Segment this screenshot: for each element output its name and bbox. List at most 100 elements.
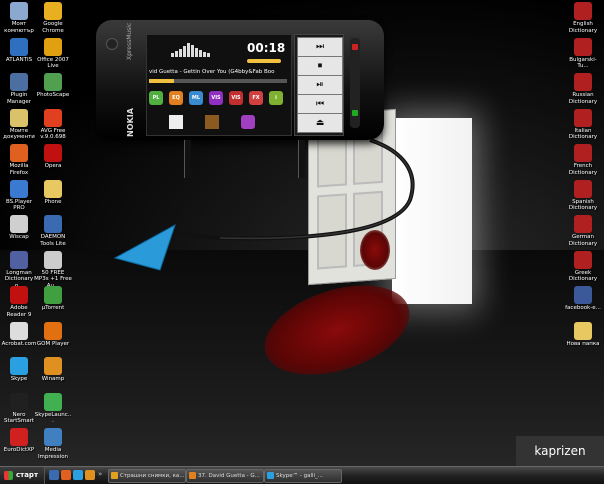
desktop-icon[interactable]: Adobe Reader 9 bbox=[0, 286, 38, 318]
desktop-icon[interactable]: Нова папка bbox=[564, 321, 602, 348]
track-title: vid Guetta - Gettin Over You (G4bby&Fab … bbox=[149, 69, 275, 75]
desktop-icon[interactable]: AVG Free v.9.0.698 bbox=[34, 108, 72, 141]
app-icon bbox=[10, 108, 28, 127]
phone-time: 00:18 bbox=[247, 41, 286, 55]
desktop-icon[interactable]: EuroDictXP bbox=[0, 428, 38, 454]
desktop-icon[interactable]: Google Chrome bbox=[34, 2, 72, 34]
desktop-icon[interactable]: PhotoScape bbox=[34, 73, 72, 99]
phone-app-vis-button[interactable]: VIS bbox=[209, 91, 223, 105]
desktop-icon[interactable]: Acrobat.com bbox=[0, 321, 38, 348]
app-icon bbox=[44, 392, 62, 411]
winamp-icon[interactable] bbox=[85, 470, 95, 480]
desktop-icon[interactable]: Spanish Dictionary bbox=[564, 179, 602, 212]
desktop-icon-label: Skype bbox=[10, 376, 28, 382]
desktop-icon[interactable]: 50 FREE MP3s +1 Free Au... bbox=[34, 250, 72, 290]
desktop-icon[interactable]: Phone bbox=[34, 179, 72, 206]
show-desktop-icon[interactable] bbox=[49, 470, 59, 480]
stop-button[interactable]: ⏹ bbox=[297, 56, 343, 76]
desktop-icon[interactable]: Media Impression bbox=[34, 428, 72, 460]
app-icon bbox=[44, 286, 62, 304]
desktop-icon[interactable]: Italian Dictionary bbox=[564, 108, 602, 141]
app-icon bbox=[574, 73, 592, 91]
play-pause-button[interactable]: ⏯ bbox=[297, 75, 343, 95]
desktop-icon-label: Mozilla Firefox bbox=[9, 163, 29, 176]
desktop-icon[interactable]: English Dictionary bbox=[564, 2, 602, 34]
camera-icon bbox=[106, 38, 118, 50]
desktop-icon[interactable]: Моят компютър bbox=[0, 2, 38, 34]
desktop-icon[interactable]: Russian Dictionary bbox=[564, 73, 602, 105]
app-icon bbox=[574, 321, 592, 340]
desktop-icon-label: µTorrent bbox=[41, 305, 65, 311]
desktop-icon-label: Nero StartSmart bbox=[3, 411, 35, 425]
desktop-icon-label: GOM Player bbox=[36, 340, 70, 347]
app-icon bbox=[10, 179, 28, 198]
wallpaper-phone-stand bbox=[184, 140, 191, 178]
app-icon bbox=[574, 2, 592, 20]
previous-button[interactable]: ⏮ bbox=[297, 94, 343, 114]
desktop-icon-label: Acrobat.com bbox=[1, 340, 37, 347]
desktop-icon-label: French Dictionary bbox=[568, 163, 598, 176]
phone-app-pl-button[interactable]: PL bbox=[149, 91, 163, 105]
desktop-icon-label: ATLANTIS bbox=[5, 56, 33, 63]
desktop-icon[interactable]: DAEMON Tools Lite bbox=[34, 215, 72, 247]
app-icon bbox=[574, 250, 592, 269]
desktop-icon-label: Bulgarski-Tu... bbox=[569, 56, 597, 70]
desktop-icon-label: facebook-e... bbox=[565, 305, 601, 311]
taskbar-item[interactable]: Страшни снимки, ка... bbox=[108, 469, 186, 483]
phone-app-ml-button[interactable]: ML bbox=[189, 91, 203, 105]
folder-icon bbox=[111, 472, 118, 479]
desktop-icon[interactable]: Nero StartSmart bbox=[0, 392, 38, 425]
desktop-icon[interactable]: French Dictionary bbox=[564, 144, 602, 176]
ie-icon[interactable] bbox=[73, 470, 83, 480]
firefox-icon[interactable] bbox=[61, 470, 71, 480]
eject-button[interactable]: ⏏ bbox=[297, 113, 343, 133]
quicklaunch-overflow-icon[interactable]: » bbox=[98, 470, 102, 478]
taskbar-item[interactable]: 37. David Guetta - G... bbox=[186, 469, 264, 483]
camera-app-icon bbox=[241, 115, 255, 129]
desktop-icon[interactable]: Greek Dictionary bbox=[564, 250, 602, 283]
app-icon bbox=[44, 250, 62, 269]
desktop-icon[interactable]: Bulgarski-Tu... bbox=[564, 37, 602, 70]
desktop-icon-label: Media Impression bbox=[37, 447, 69, 460]
next-button[interactable]: ⏭ bbox=[297, 37, 343, 57]
desktop-icon[interactable]: German Dictionary bbox=[564, 215, 602, 247]
desktop-icon[interactable]: Longman Dictionary o... bbox=[0, 250, 38, 290]
desktop-icon[interactable]: µTorrent bbox=[34, 286, 72, 312]
desktop-icon-label: EuroDictXP bbox=[3, 447, 35, 453]
desktop-icon[interactable]: SkypeLaunc... bbox=[34, 392, 72, 425]
desktop-icon[interactable]: facebook-e... bbox=[564, 286, 602, 312]
desktop-icon[interactable]: Office 2007 Live bbox=[34, 37, 72, 70]
phone-app-vis-button[interactable]: VIS bbox=[229, 91, 243, 105]
desktop-icon-label: DAEMON Tools Lite bbox=[40, 234, 66, 247]
phone-app-i-button[interactable]: i bbox=[269, 91, 283, 105]
app-icon bbox=[44, 108, 62, 127]
watermark: kaprizen bbox=[516, 436, 604, 466]
desktop-icon[interactable]: Mozilla Firefox bbox=[0, 144, 38, 176]
desktop-icon[interactable]: Моите документи bbox=[0, 108, 38, 141]
desktop-icon[interactable]: Wiscap bbox=[0, 215, 38, 241]
desktop-icon[interactable]: ATLANTIS bbox=[0, 37, 38, 64]
taskbar-item[interactable]: Skype™ - galli_... bbox=[264, 469, 342, 483]
progress-bar bbox=[149, 79, 287, 83]
app-icon bbox=[44, 357, 62, 375]
desktop-icon-label: Wiscap bbox=[9, 234, 29, 240]
desktop-icon[interactable]: GOM Player bbox=[34, 321, 72, 348]
phone-app-eq-button[interactable]: EQ bbox=[169, 91, 183, 105]
desktop-icon[interactable]: Skype bbox=[0, 357, 38, 383]
app-icon bbox=[44, 144, 62, 162]
winamp-icon bbox=[189, 472, 196, 479]
desktop-icon[interactable]: Winamp bbox=[34, 357, 72, 383]
app-icon bbox=[10, 144, 28, 162]
volume-bar bbox=[247, 59, 281, 63]
desktop-icon-label: Нова папка bbox=[566, 340, 600, 347]
start-button[interactable]: старт bbox=[0, 467, 45, 484]
desktop-icon-label: Моите документи bbox=[3, 127, 35, 141]
desktop-icon-label: German Dictionary bbox=[568, 234, 598, 247]
desktop-icon[interactable]: BS.Player PRO bbox=[0, 179, 38, 212]
desktop-icon-label: Greek Dictionary bbox=[568, 269, 598, 283]
desktop-icon-label: Google Chrome bbox=[42, 21, 64, 34]
desktop-icon[interactable]: Plugin Manager bbox=[0, 73, 38, 105]
phone-app-fx-button[interactable]: FX bbox=[249, 91, 263, 105]
app-icon bbox=[574, 286, 592, 304]
desktop-icon[interactable]: Opera bbox=[34, 144, 72, 170]
